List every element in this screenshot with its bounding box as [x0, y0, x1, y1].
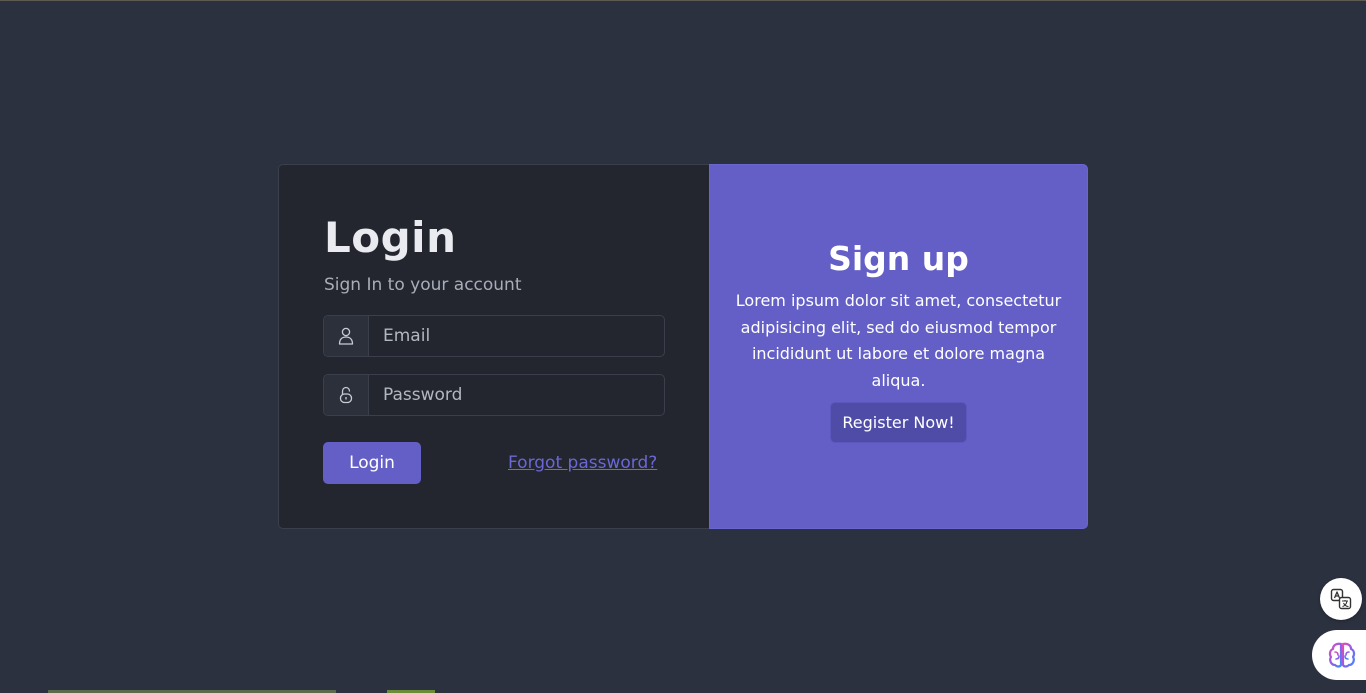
login-card: Login Sign In to your account Login — [278, 164, 709, 529]
email-input-group — [323, 315, 665, 357]
auth-card-group: Login Sign In to your account Login — [278, 164, 1088, 529]
login-subtitle: Sign In to your account — [324, 275, 522, 295]
forgot-password-link[interactable]: Forgot password? — [508, 452, 657, 474]
translate-icon[interactable] — [1320, 578, 1362, 620]
password-input-group — [323, 374, 665, 416]
signup-card: Sign up Lorem ipsum dolor sit amet, cons… — [709, 164, 1088, 529]
login-button[interactable]: Login — [323, 442, 421, 484]
user-icon — [324, 316, 369, 356]
brain-icon[interactable] — [1312, 630, 1366, 680]
password-input[interactable] — [369, 375, 664, 415]
signup-description: Lorem ipsum dolor sit amet, consectetur … — [735, 291, 1062, 390]
top-border-line — [0, 0, 1366, 1]
login-title: Login — [324, 213, 457, 262]
register-now-button[interactable]: Register Now! — [830, 402, 967, 443]
signup-title: Sign up — [828, 239, 969, 278]
email-input[interactable] — [369, 316, 664, 356]
lock-icon — [324, 375, 369, 415]
